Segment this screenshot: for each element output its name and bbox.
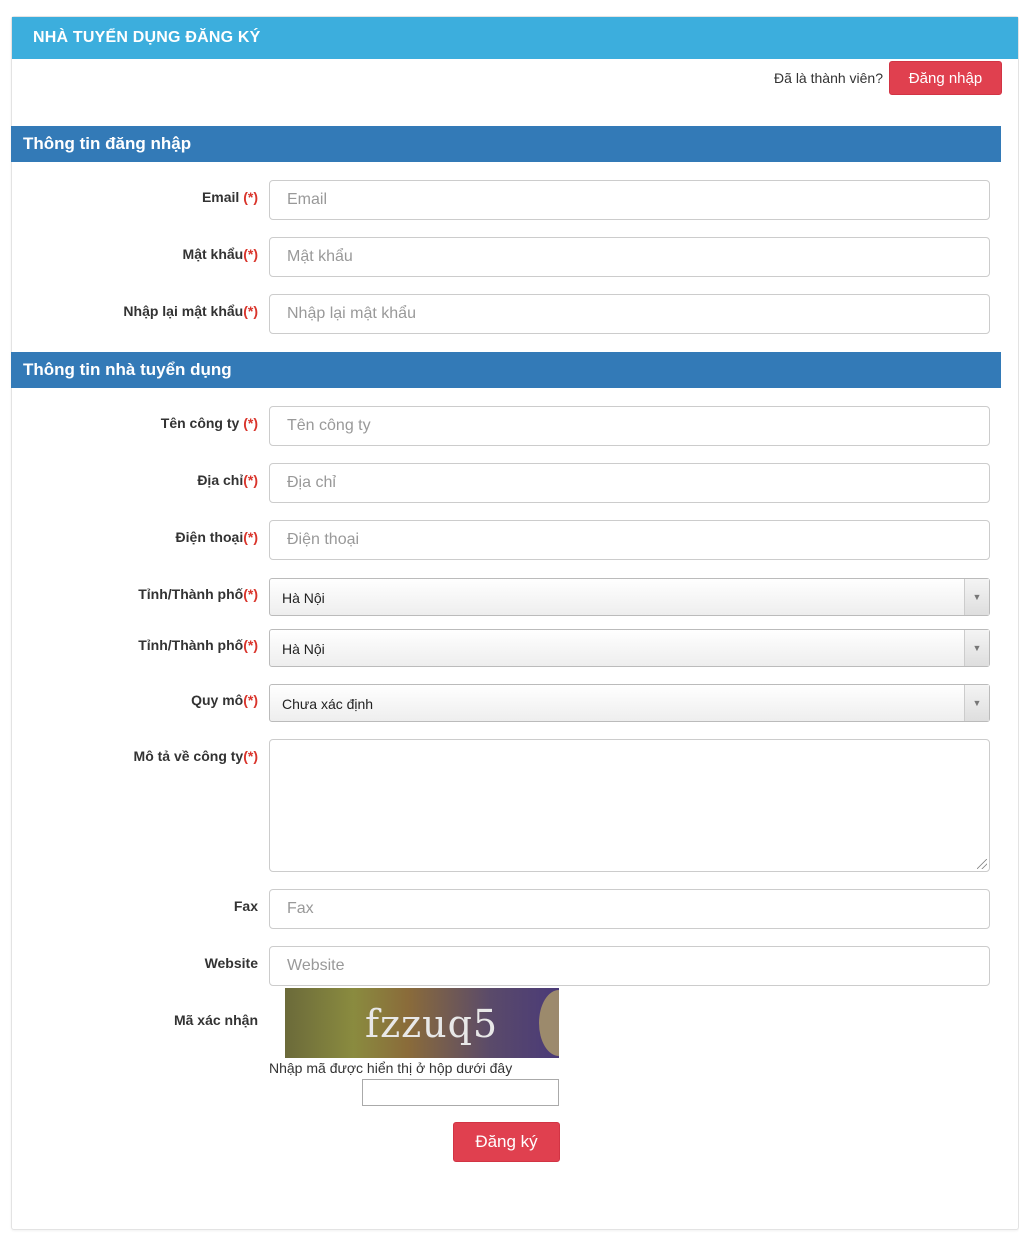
company-input[interactable] [269, 406, 990, 446]
captcha-input[interactable] [362, 1079, 559, 1106]
province-1-value: Hà Nội [282, 590, 325, 606]
province-1-select[interactable]: Hà Nội ▼ [269, 578, 990, 616]
province-2-label: Tỉnh/Thành phố(*) [138, 637, 258, 653]
fax-input[interactable] [269, 889, 990, 929]
scale-label: Quy mô(*) [191, 692, 258, 708]
email-input[interactable] [269, 180, 990, 220]
chevron-down-icon: ▼ [964, 579, 989, 615]
password-confirm-label: Nhập lại mật khẩu(*) [123, 303, 258, 319]
company-label: Tên công ty (*) [160, 415, 258, 431]
website-input[interactable] [269, 946, 990, 986]
captcha-label: Mã xác nhận [173, 1012, 258, 1028]
email-label: Email (*) [201, 189, 258, 205]
scale-value: Chưa xác định [282, 696, 374, 712]
description-label: Mô tả về công ty(*) [133, 748, 258, 764]
address-input[interactable] [269, 463, 990, 503]
website-label: Website [204, 955, 258, 971]
fax-label: Fax [233, 898, 258, 914]
province-1-label: Tỉnh/Thành phố(*) [138, 586, 258, 602]
province-2-select[interactable]: Hà Nội ▼ [269, 629, 990, 667]
member-row: Đã là thành viên? Đăng nhập [774, 61, 1002, 95]
captcha-noise [539, 990, 559, 1056]
province-2-value: Hà Nội [282, 641, 325, 657]
captcha-hint: Nhập mã được hiển thị ở hộp dưới đây [269, 1060, 513, 1076]
resize-grip-icon[interactable] [977, 859, 987, 869]
member-question: Đã là thành viên? [774, 70, 883, 86]
description-textarea[interactable] [269, 739, 990, 872]
captcha-code: fzzuq5 [365, 1002, 499, 1046]
password-input[interactable] [269, 237, 990, 277]
description-wrapper [269, 739, 990, 872]
panel-header: NHÀ TUYỂN DỤNG ĐĂNG KÝ [12, 17, 1018, 59]
captcha-image: fzzuq5 [285, 988, 559, 1058]
scale-select[interactable]: Chưa xác định ▼ [269, 684, 990, 722]
phone-input[interactable] [269, 520, 990, 560]
section-login-info: Thông tin đăng nhập [11, 126, 1001, 162]
login-button[interactable]: Đăng nhập [889, 61, 1002, 95]
submit-button[interactable]: Đăng ký [453, 1122, 560, 1162]
phone-label: Điện thoại(*) [175, 529, 258, 545]
password-label: Mật khẩu(*) [182, 246, 258, 262]
chevron-down-icon: ▼ [964, 685, 989, 721]
address-label: Địa chỉ(*) [197, 472, 258, 488]
section-employer-info: Thông tin nhà tuyển dụng [11, 352, 1001, 388]
password-confirm-input[interactable] [269, 294, 990, 334]
chevron-down-icon: ▼ [964, 630, 989, 666]
